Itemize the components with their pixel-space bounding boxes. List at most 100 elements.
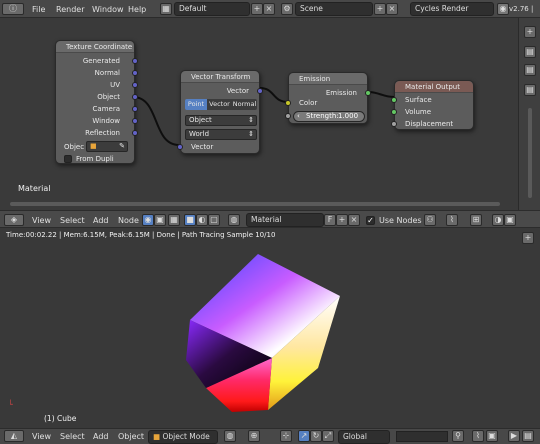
view3d-menu-view[interactable]: View (32, 432, 51, 441)
texture-coordinate-node[interactable]: Texture Coordinate Generated Normal UV O… (55, 40, 138, 164)
socket-window[interactable] (132, 118, 138, 124)
translate-manipulator-icon[interactable]: ↗ (298, 430, 310, 442)
opengl-anim-icon[interactable]: ▤ (522, 430, 534, 442)
object-shader-icon[interactable]: ■ (184, 214, 196, 226)
material-remove-icon[interactable]: × (348, 214, 360, 226)
socket-reflection[interactable] (132, 130, 138, 136)
vt-input-socket[interactable] (177, 144, 183, 150)
type-normal-button[interactable]: Normal (232, 99, 257, 110)
screen-remove-icon[interactable]: × (263, 3, 275, 15)
eyedropper-icon[interactable]: ✎ (119, 142, 125, 151)
scene-remove-icon[interactable]: × (386, 3, 398, 15)
material-output-node[interactable]: Material Output Surface Volume Displacem… (391, 80, 474, 130)
fake-user-button[interactable]: F (324, 214, 336, 226)
menu-help[interactable]: Help (128, 5, 146, 14)
layer-buttons[interactable] (396, 431, 448, 442)
snap-element-icon[interactable]: ⊞ (470, 214, 482, 226)
node-menu-view[interactable]: View (32, 216, 51, 225)
vertical-scrollbar[interactable] (528, 108, 532, 198)
material-add-icon[interactable]: + (336, 214, 348, 226)
material-slot-icon[interactable]: ◍ (228, 214, 240, 226)
editor-type-info-icon[interactable]: ⓘ (2, 3, 24, 15)
render-icon[interactable]: ◑ (492, 214, 504, 226)
editor-type-3d-icon[interactable]: ◭ (4, 430, 24, 442)
scale-manipulator-icon[interactable]: ⤢ (322, 430, 334, 442)
vector-transform-node[interactable]: Vector Transform Vector Point Vector Nor… (177, 70, 263, 154)
socket-uv[interactable] (132, 82, 138, 88)
convert-to-select[interactable]: World ⇕ (185, 129, 257, 140)
menu-window[interactable]: Window (92, 5, 124, 14)
vt-output-socket[interactable] (257, 88, 263, 94)
emission-output-socket[interactable] (365, 90, 371, 96)
texture-coordinate-title: Texture Coordinate (56, 41, 134, 53)
node-editor-sidebar: + ▤ ▤ ▤ (518, 18, 540, 210)
shader-nodes-icon[interactable]: ◉ (142, 214, 154, 226)
snap-target-icon[interactable]: ▣ (486, 430, 498, 442)
sidebar-plus-icon[interactable]: + (524, 26, 536, 38)
world-shader-icon[interactable]: ◐ (196, 214, 208, 226)
texture-nodes-icon[interactable]: ▦ (168, 214, 180, 226)
strength-decrease-arrow[interactable]: ‹ (297, 112, 300, 121)
use-nodes-label: Use Nodes (379, 216, 422, 225)
emission-node[interactable]: Emission Emission Color ‹ Strength: 1.00… (285, 72, 371, 124)
transform-orientation-select[interactable]: Global (338, 430, 390, 444)
node-menu-node[interactable]: Node (118, 216, 139, 225)
scene-icon[interactable]: ⚙ (281, 3, 293, 15)
viewport-shading-icon[interactable]: ◍ (224, 430, 236, 442)
sidebar-tab3-icon[interactable]: ▤ (524, 84, 536, 96)
surface-socket[interactable] (391, 97, 397, 103)
blender-logo-icon: ◉ (497, 3, 509, 15)
socket-camera[interactable] (132, 106, 138, 112)
view3d-menu-object[interactable]: Object (118, 432, 144, 441)
dropdown-arrow-icon: ⇕ (248, 130, 254, 138)
3d-viewport[interactable]: Time:00:02.22 | Mem:6.15M, Peak:6.15M | … (0, 228, 540, 428)
screen-layout-icon[interactable]: ▦ (160, 3, 172, 15)
material-name-field[interactable]: Material (246, 213, 324, 227)
displacement-socket[interactable] (391, 121, 397, 127)
node-menu-select[interactable]: Select (60, 216, 85, 225)
view3d-menu-select[interactable]: Select (60, 432, 85, 441)
view3d-menu-add[interactable]: Add (93, 432, 109, 441)
compositing-nodes-icon[interactable]: ▣ (154, 214, 166, 226)
render-engine-select[interactable]: Cycles Render (410, 2, 494, 16)
mode-select[interactable]: ■ Object Mode (148, 430, 218, 444)
use-nodes-checkbox[interactable]: ✓ (366, 216, 375, 225)
linestyle-shader-icon[interactable]: ▢ (208, 214, 220, 226)
rotate-manipulator-icon[interactable]: ↻ (310, 430, 322, 442)
from-dupli-label: From Dupli (76, 155, 114, 163)
socket-generated[interactable] (132, 58, 138, 64)
lock-layers-icon[interactable]: ⚲ (452, 430, 464, 442)
socket-normal[interactable] (132, 70, 138, 76)
type-point-button[interactable]: Point (185, 99, 207, 110)
manipulator-toggle-icon[interactable]: ⊹ (280, 430, 292, 442)
editor-type-node-icon[interactable]: ◈ (4, 214, 24, 226)
screen-layout-field[interactable]: Default (174, 2, 250, 16)
opengl-render-icon[interactable]: ▶ (508, 430, 520, 442)
snap-icon[interactable]: ⌇ (446, 214, 458, 226)
socket-object[interactable] (132, 94, 138, 100)
snap-magnet-icon[interactable]: ⌇ (472, 430, 484, 442)
menu-file[interactable]: File (32, 5, 45, 14)
output-generated: Generated (82, 57, 120, 65)
link-emission-to-surface (367, 91, 395, 98)
screen-add-icon[interactable]: + (251, 3, 263, 15)
strength-input-socket[interactable] (285, 113, 291, 119)
node-editor-area[interactable]: Texture Coordinate Generated Normal UV O… (0, 18, 540, 210)
menu-render[interactable]: Render (56, 5, 84, 14)
horizontal-scrollbar[interactable] (10, 202, 500, 206)
scene-add-icon[interactable]: + (374, 3, 386, 15)
strength-field[interactable]: ‹ Strength: 1.000 (293, 111, 365, 122)
type-vector-button[interactable]: Vector (207, 99, 232, 110)
node-menu-add[interactable]: Add (93, 216, 109, 225)
color-input-socket[interactable] (285, 100, 291, 106)
backdrop-icon[interactable]: ⚇ (424, 214, 436, 226)
object-picker-field[interactable]: ■ ✎ (86, 141, 128, 152)
sidebar-tab2-icon[interactable]: ▤ (524, 64, 536, 76)
pivot-point-icon[interactable]: ⊕ (248, 430, 260, 442)
render-copy-icon[interactable]: ▣ (504, 214, 516, 226)
convert-from-select[interactable]: Object ⇕ (185, 115, 257, 126)
from-dupli-checkbox[interactable] (64, 155, 72, 163)
volume-socket[interactable] (391, 109, 397, 115)
scene-field[interactable]: Scene (295, 2, 373, 16)
sidebar-tab-icon[interactable]: ▤ (524, 46, 536, 58)
